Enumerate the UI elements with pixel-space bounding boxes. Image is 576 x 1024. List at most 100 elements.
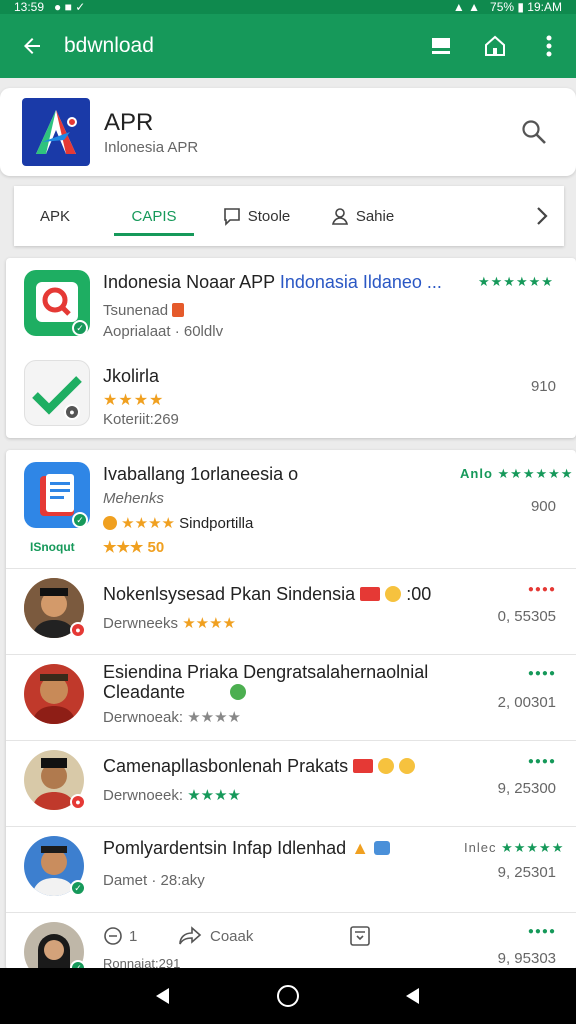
- app-bar: bdwnload: [0, 14, 576, 78]
- tab-label: Stoole: [247, 207, 291, 225]
- clock-text: 13:59: [14, 0, 45, 14]
- item-title: Jkolirla: [103, 366, 160, 386]
- item-title: Pomlyardentsin Infap Idlenhad: [103, 838, 347, 858]
- notification-icons: ● ■ ✓: [54, 0, 86, 14]
- checkmark-icon: [32, 376, 82, 415]
- rating-stars: ★★★★: [103, 392, 165, 409]
- item-subtitle: Derwnoeek:: [103, 787, 184, 804]
- item-badge-label: Inlec: [464, 840, 497, 855]
- circle-home-icon: [276, 985, 299, 1007]
- item-link[interactable]: Indonasia Ildaneo ...: [280, 272, 442, 292]
- avatar: [24, 664, 84, 724]
- item-subtitle: Derwnoeak:: [103, 709, 184, 726]
- signal-icons: ▲ ▲: [452, 0, 481, 14]
- window-button[interactable]: [414, 14, 468, 78]
- item-meta: Aoprialaat · 60ldlv: [103, 323, 224, 340]
- list-item[interactable]: ✓ Indonesia Noaar APP Indonasia Ildaneo …: [6, 258, 576, 348]
- more-options-button[interactable]: [522, 14, 576, 78]
- fire-stars-icon: ★★★★: [121, 515, 175, 532]
- nav-back-button[interactable]: [143, 976, 183, 1016]
- app-subtitle: Inlonesia APR: [104, 138, 199, 156]
- nav-home-button[interactable]: [268, 976, 308, 1016]
- more-vert-icon: [546, 35, 552, 57]
- list-item[interactable]: ● Nokenlsysesad Pkan Sindensia :00 Derwn…: [6, 568, 576, 654]
- tag-icon: [172, 303, 185, 317]
- flag-icon: [360, 587, 381, 601]
- chevron-right-icon: [537, 207, 548, 225]
- app-header-card: APR Inlonesia APR: [0, 88, 576, 176]
- tab-stoole[interactable]: Stoole: [206, 186, 306, 246]
- back-button[interactable]: [0, 14, 64, 78]
- item-count: 9, 25301: [497, 864, 556, 881]
- page-title: bdwnload: [64, 34, 154, 57]
- item-title-line2: Cleadante: [103, 682, 186, 702]
- battery-time-text: 75% ▮ 19:AM: [490, 0, 562, 14]
- list-item[interactable]: ✓ ISnoqut Ivaballang 1orlaneesia o Anlo …: [6, 450, 576, 568]
- item-title-suffix: :00: [406, 584, 432, 604]
- list-item[interactable]: ✓ Pomlyardentsin Infap Idlenhad ▲ Damet …: [6, 826, 576, 912]
- search-button[interactable]: [514, 112, 554, 152]
- tab-label: APK: [39, 207, 70, 225]
- arrow-left-icon: [24, 38, 40, 54]
- face-emoji-icon: [103, 516, 117, 530]
- comment-count: 1: [129, 927, 138, 945]
- app-name: APR: [104, 108, 154, 136]
- mini-stars-icon: ●●●●: [527, 584, 556, 595]
- item-count: 9, 25300: [497, 780, 556, 797]
- list-item[interactable]: ● Camenapllasbonlenah Prakats Derwnoeek:…: [6, 740, 576, 826]
- smile-emoji-icon: [399, 758, 416, 774]
- item-badge-label: Anlo: [460, 466, 493, 481]
- item-subtitle: Tsunenad: [103, 302, 169, 319]
- rating-stars: ★★★★: [187, 787, 242, 804]
- item-subtitle: Derwneeks: [103, 615, 179, 632]
- item-title: Camenapllasbonlenah Prakats: [103, 756, 349, 776]
- tab-capis[interactable]: CAPIS: [114, 186, 194, 246]
- list-item[interactable]: Esiendina Priaka Dengratsalahernaolnial …: [6, 654, 576, 740]
- rating-stars: ★★★★★★: [497, 466, 574, 481]
- item-count: 2, 00301: [497, 694, 556, 711]
- person-icon: [331, 208, 348, 225]
- tab-label: CAPIS: [131, 207, 177, 225]
- home-button[interactable]: [468, 14, 522, 78]
- nav-recents-button[interactable]: [393, 976, 433, 1016]
- smile-emoji-icon: [378, 758, 395, 774]
- chat-icon: [223, 208, 240, 226]
- status-badge-icon: ●: [70, 794, 86, 810]
- list-item[interactable]: ● Jkolirla ★★★★ Koteriit:269 910: [6, 348, 576, 438]
- flag-icon: [353, 759, 374, 773]
- triangle-back-icon: [406, 988, 420, 1004]
- mini-stars-icon: ●●●●: [527, 926, 556, 937]
- item-subtitle: Mehenks: [103, 490, 164, 507]
- item-count: 0, 55305: [497, 608, 556, 625]
- mini-stars-icon: ●●●●: [527, 756, 556, 767]
- globe-emoji-icon: [230, 684, 247, 700]
- rating-stars: ★★★★: [182, 615, 236, 632]
- list-item[interactable]: ✓ 1 Coaak Ronnaiat:291 ●●●● 9, 95303: [6, 912, 576, 970]
- featured-apps-card: ✓ Indonesia Noaar APP Indonasia Ildaneo …: [6, 258, 576, 438]
- time-badge-icon: ●: [64, 404, 80, 420]
- triangle-back-icon: [155, 988, 169, 1004]
- app-list-card: ✓ ISnoqut Ivaballang 1orlaneesia o Anlo …: [6, 450, 576, 970]
- verified-badge-icon: ✓: [70, 880, 86, 896]
- item-meta: Koteriit:269: [103, 411, 179, 428]
- tab-sahie[interactable]: Sahie: [312, 186, 412, 246]
- mini-stars-icon: ●●●●: [527, 668, 556, 679]
- smile-emoji-icon: [385, 586, 402, 602]
- rating-stars: ★★★★★★: [478, 274, 554, 289]
- share-button[interactable]: Coaak: [178, 926, 253, 946]
- item-tag: Sindportilla: [179, 515, 254, 532]
- warning-icon: ▲: [351, 838, 370, 858]
- tab-apk[interactable]: APK: [14, 186, 96, 246]
- item-count: 9, 95303: [497, 950, 556, 967]
- save-button[interactable]: [348, 924, 372, 952]
- verified-badge-icon: ✓: [72, 320, 88, 336]
- status-bar: 13:59 ● ■ ✓ ▲ ▲ 75% ▮ 19:AM: [0, 0, 576, 14]
- comment-icon[interactable]: [103, 926, 123, 946]
- tab-scroll-right-button[interactable]: [520, 186, 564, 246]
- icon-caption: ISnoqut: [30, 540, 75, 554]
- tab-bar: APK CAPIS Stoole Sahie: [14, 186, 564, 246]
- window-icon: [432, 38, 450, 54]
- item-title: Esiendina Priaka Dengratsalahernaolnial: [103, 662, 429, 682]
- item-subtitle: Damet · 28:aky: [103, 872, 205, 889]
- rating-stars: ★★★★★: [501, 840, 565, 855]
